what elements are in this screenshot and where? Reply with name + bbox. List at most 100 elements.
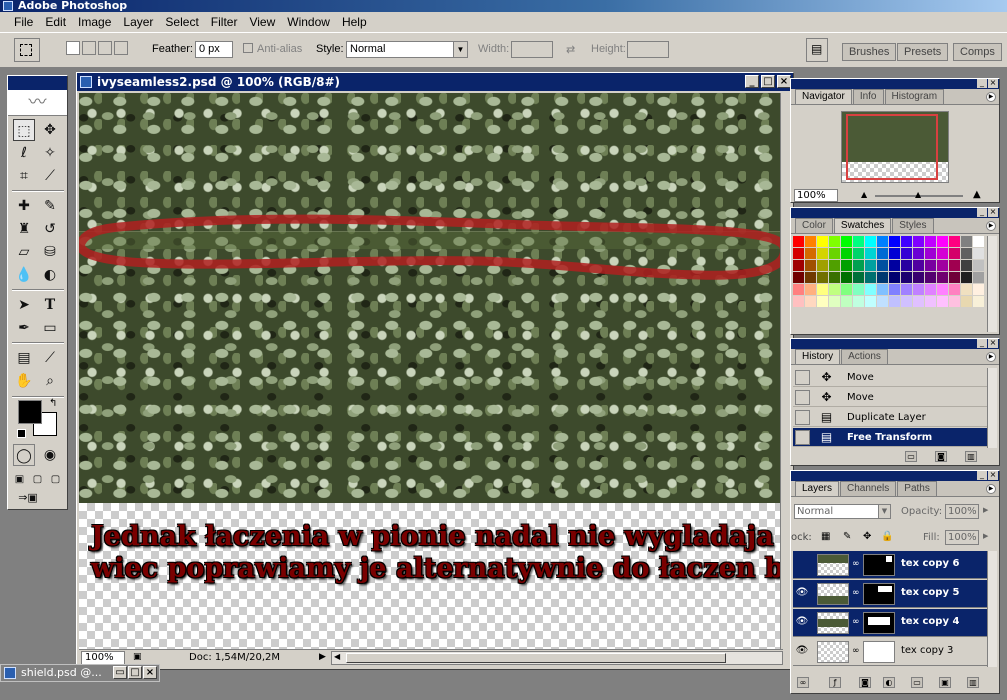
file-browser-button[interactable]: ▤ [806, 38, 828, 62]
new-group-icon[interactable]: ▭ [911, 677, 923, 688]
minimize-palette-button[interactable]: _ [977, 471, 987, 480]
opacity-field[interactable]: 100% [945, 504, 979, 519]
color-swatch[interactable] [913, 296, 924, 307]
color-swatch[interactable] [949, 248, 960, 259]
new-document-from-state-icon[interactable]: ▭ [905, 451, 917, 462]
color-swatch[interactable] [805, 260, 816, 271]
color-swatch[interactable] [925, 248, 936, 259]
opacity-arrow-icon[interactable]: ▶ [983, 506, 988, 514]
intersect-selection-button[interactable] [114, 41, 128, 55]
history-scrollbar[interactable] [987, 368, 997, 448]
well-tab-presets[interactable]: Presets [897, 43, 949, 61]
maximize-button[interactable]: □ [761, 75, 775, 88]
color-swatch[interactable] [841, 248, 852, 259]
color-swatch[interactable] [817, 260, 828, 271]
color-swatch[interactable] [901, 284, 912, 295]
palette-title-bar[interactable]: _ × [791, 208, 999, 218]
tab-layers[interactable]: Layers [795, 481, 840, 496]
color-swatch[interactable] [805, 296, 816, 307]
close-palette-button[interactable]: × [988, 79, 998, 88]
tab-swatches[interactable]: Swatches [833, 218, 892, 233]
notes-tool[interactable]: ▤ [13, 347, 35, 369]
color-swatch[interactable] [949, 260, 960, 271]
color-swatch[interactable] [925, 260, 936, 271]
color-swatch[interactable] [853, 272, 864, 283]
color-swatch[interactable] [937, 296, 948, 307]
color-swatch[interactable] [805, 236, 816, 247]
color-swatch[interactable] [901, 260, 912, 271]
navigator-view-box[interactable] [846, 114, 938, 180]
color-swatch[interactable] [925, 284, 936, 295]
eye-icon[interactable]: 👁 [795, 644, 809, 658]
zoom-level-field[interactable]: 100% [81, 651, 125, 665]
color-swatch[interactable] [889, 296, 900, 307]
color-swatch[interactable] [817, 272, 828, 283]
status-arrow-icon[interactable]: ▶ [319, 652, 326, 662]
color-swatch[interactable] [877, 260, 888, 271]
color-swatch[interactable] [817, 296, 828, 307]
color-swatch[interactable] [877, 284, 888, 295]
tab-history[interactable]: History [795, 349, 841, 364]
swatches-scrollbar[interactable] [987, 236, 997, 332]
color-swatch[interactable] [877, 296, 888, 307]
history-source-checkbox[interactable] [795, 370, 810, 385]
minimize-palette-button[interactable]: _ [977, 339, 987, 348]
add-selection-button[interactable] [82, 41, 96, 55]
palette-menu-icon[interactable]: ▶ [986, 352, 996, 362]
color-swatch[interactable] [841, 260, 852, 271]
type-tool[interactable]: T [39, 294, 61, 316]
color-swatch[interactable] [805, 284, 816, 295]
document-title-bar[interactable]: ivyseamless2.psd @ 100% (RGB/8#) _ □ × [77, 73, 793, 91]
eye-icon[interactable]: 👁 [795, 615, 809, 629]
color-swatch[interactable] [937, 260, 948, 271]
history-item[interactable]: ✥ Move [793, 368, 989, 387]
trash-icon[interactable]: ▥ [965, 451, 977, 462]
tab-paths[interactable]: Paths [897, 481, 937, 496]
brush-tool[interactable]: ✎ [39, 195, 61, 217]
menu-window[interactable]: Window [281, 13, 336, 31]
fill-arrow-icon[interactable]: ▶ [983, 532, 988, 540]
close-palette-button[interactable]: × [988, 208, 998, 217]
history-source-checkbox[interactable] [795, 410, 810, 425]
new-fill-layer-icon[interactable]: ◐ [883, 677, 895, 688]
color-swatch[interactable] [961, 236, 972, 247]
palette-title-bar[interactable]: _ × [791, 79, 999, 89]
image-canvas[interactable]: Jednak łaczenia w pionie nadal nie wygla… [79, 93, 783, 649]
color-swatch[interactable] [961, 284, 972, 295]
jump-to-imageready-button[interactable]: ⇒▣ [13, 489, 43, 507]
layer-mask-thumbnail[interactable] [863, 641, 895, 663]
tool-preset-picker[interactable] [14, 38, 40, 62]
link-icon[interactable]: ∞ [852, 617, 860, 627]
color-swatch[interactable] [961, 272, 972, 283]
color-swatch[interactable] [889, 248, 900, 259]
layer-row[interactable]: ∞ tex copy 6 [793, 551, 987, 579]
navigator-zoom-field[interactable]: 100% [794, 189, 838, 202]
subtract-selection-button[interactable] [98, 41, 112, 55]
color-swatch[interactable] [805, 248, 816, 259]
menu-select[interactable]: Select [159, 13, 204, 31]
color-swatch[interactable] [877, 248, 888, 259]
color-swatch[interactable] [853, 260, 864, 271]
link-layers-icon[interactable]: ∞ [797, 677, 809, 688]
color-swatch[interactable] [937, 236, 948, 247]
layer-row[interactable]: 👁 ∞ tex copy 4 [793, 609, 987, 637]
feather-logo-icon[interactable]: 〰 [8, 90, 67, 116]
zoom-in-icon[interactable]: ▲ [973, 189, 981, 200]
color-swatch[interactable] [865, 296, 876, 307]
quick-mask-button[interactable]: ◉ [39, 444, 61, 466]
color-swatch[interactable] [913, 260, 924, 271]
color-swatch[interactable] [973, 272, 984, 283]
new-selection-button[interactable] [66, 41, 80, 55]
color-swatch[interactable] [973, 260, 984, 271]
feather-input[interactable]: 0 px [195, 41, 233, 58]
palette-menu-icon[interactable]: ▶ [986, 92, 996, 102]
history-item[interactable]: ✥ Move [793, 388, 989, 407]
layer-mask-thumbnail[interactable] [863, 554, 895, 576]
navigator-thumbnail[interactable] [841, 111, 949, 183]
history-source-checkbox[interactable] [795, 430, 810, 445]
marquee-tool[interactable]: ⬚ [13, 119, 35, 141]
color-swatch[interactable] [973, 248, 984, 259]
shape-tool[interactable]: ▭ [39, 317, 61, 339]
link-icon[interactable]: ∞ [852, 588, 860, 598]
color-swatch[interactable] [877, 272, 888, 283]
